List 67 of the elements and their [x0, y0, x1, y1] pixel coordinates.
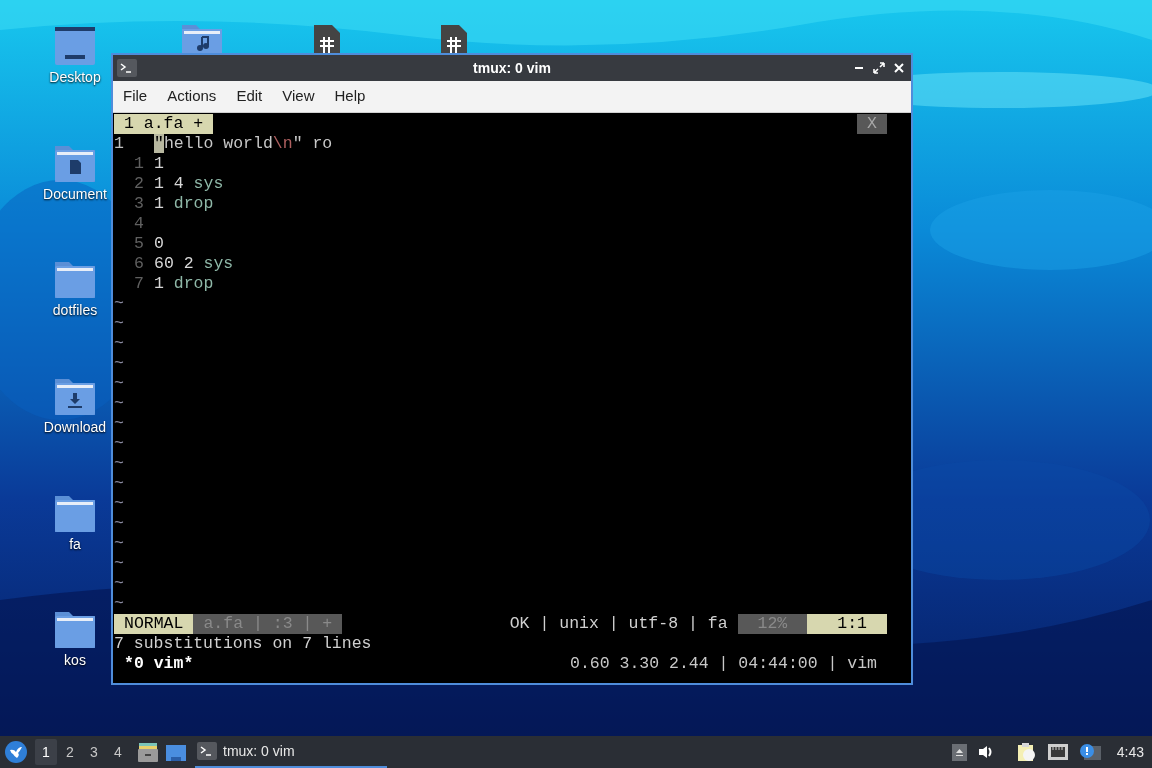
tilde-marker: ~ [114, 514, 124, 534]
line-number: 3 [133, 194, 145, 214]
workspace-button[interactable]: 2 [59, 739, 81, 765]
tilde-marker: ~ [114, 434, 124, 454]
file-manager-icon[interactable] [137, 741, 159, 763]
window-title: tmux: 0 vim [473, 58, 551, 78]
tilde-marker: ~ [114, 474, 124, 494]
music-folder-icon[interactable] [180, 23, 224, 53]
tmux-window-tab[interactable]: *0 vim* [114, 654, 194, 674]
line-number: 4 [133, 214, 145, 234]
line-number: 2 [133, 174, 145, 194]
tilde-marker: ~ [114, 354, 124, 374]
buffer-tab[interactable]: 1 a.fa + [114, 114, 214, 134]
tilde-marker: ~ [114, 394, 124, 414]
workspace-button[interactable]: 4 [107, 739, 129, 765]
code-line: 1 4 sys [154, 174, 224, 194]
close-icon[interactable] [893, 62, 905, 74]
mode-indicator: NORMAL [114, 614, 194, 634]
icon-label[interactable]: Document [43, 186, 107, 202]
line-number: 1 [133, 154, 145, 174]
tilde-marker: ~ [114, 374, 124, 394]
tilde-marker: ~ [114, 574, 124, 594]
desktop-folder-icon[interactable] [53, 25, 97, 67]
tilde-marker: ~ [114, 414, 124, 434]
code-line: "hello world\n" ro [154, 134, 333, 154]
menu-item[interactable]: Help [326, 81, 374, 112]
tilde-marker: ~ [114, 314, 124, 334]
menu-item[interactable]: File [115, 81, 156, 112]
tilde-marker: ~ [114, 494, 124, 514]
command-message: 7 substitutions on 7 lines [114, 634, 372, 654]
taskbar-task[interactable]: tmux: 0 vim [195, 736, 387, 768]
terminal-icon [117, 59, 137, 77]
tilde-marker: ~ [114, 534, 124, 554]
code-line: 0 [154, 234, 164, 254]
cursor-position: 1:1 [807, 614, 887, 634]
restore-icon[interactable] [873, 62, 885, 74]
line-number: 1 [114, 134, 125, 154]
clipboard-icon[interactable] [1016, 742, 1037, 762]
line-number: 7 [133, 274, 145, 294]
workspace-button[interactable]: 3 [83, 739, 105, 765]
line-number: 5 [133, 234, 145, 254]
tilde-marker: ~ [114, 454, 124, 474]
tilde-marker: ~ [114, 594, 124, 614]
icon-label[interactable]: dotfiles [52, 302, 98, 318]
icon-label[interactable]: kos [64, 652, 86, 668]
code-line: 60 2 sys [154, 254, 234, 274]
code-line: 1 drop [154, 274, 214, 294]
file-format: OK | unix | utf-8 | fa [509, 614, 729, 634]
eject-icon[interactable] [951, 743, 967, 761]
tilde-marker: ~ [114, 554, 124, 574]
menu-item[interactable]: Edit [228, 81, 271, 112]
line-number: 6 [133, 254, 145, 274]
notification-icon[interactable] [1078, 743, 1101, 761]
start-menu-icon[interactable] [5, 741, 27, 763]
menu-item[interactable]: Actions [159, 81, 225, 112]
workspace-button[interactable]: 1 [35, 739, 57, 765]
menu-item[interactable]: View [274, 81, 323, 112]
code-line: 1 [154, 154, 164, 174]
tmux-status-info: 0.60 3.30 2.44 | 04:44:00 | vim [570, 654, 877, 674]
clock[interactable]: 4:43 [1116, 741, 1144, 763]
network-icon[interactable] [1046, 743, 1069, 761]
icon-label[interactable]: Download [43, 419, 107, 435]
tilde-marker: ~ [114, 294, 124, 314]
terminal-icon [197, 742, 217, 760]
code-line: 1 drop [154, 194, 214, 214]
tilde-marker: ~ [114, 334, 124, 354]
icon-label[interactable]: fa [69, 536, 81, 552]
